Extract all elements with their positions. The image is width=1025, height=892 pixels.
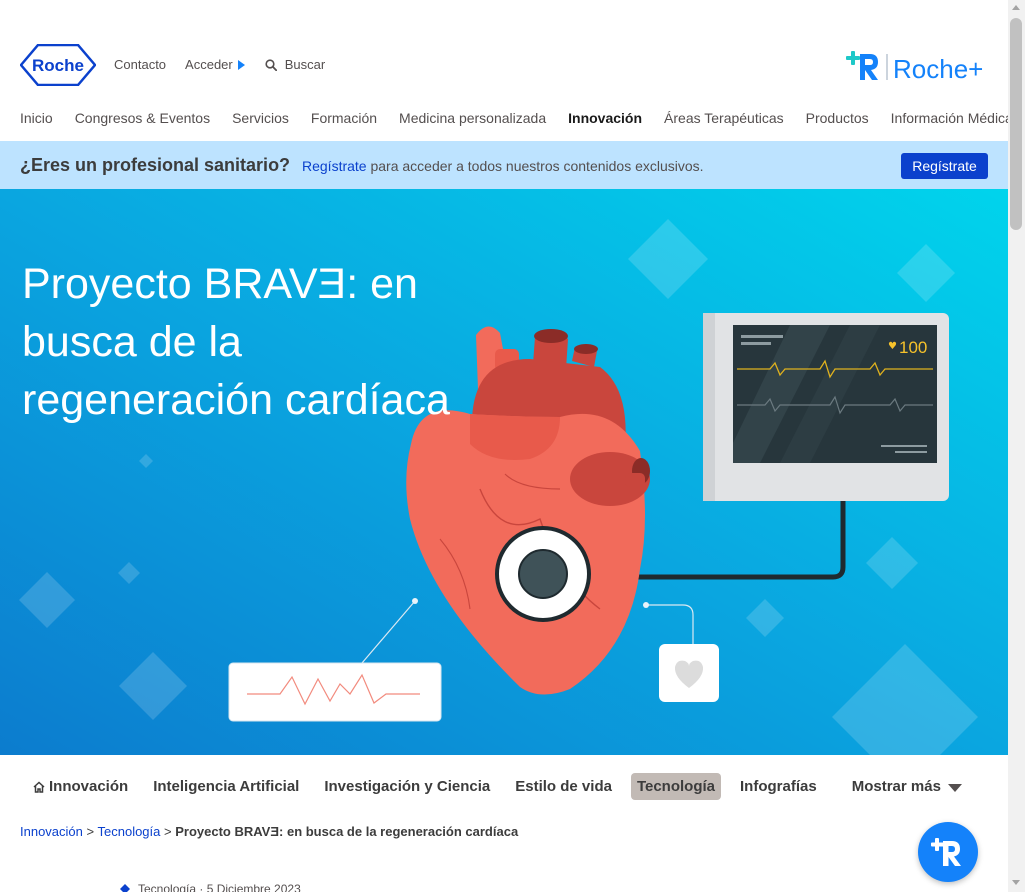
roche-plus-chat-button[interactable] — [918, 822, 978, 882]
tab-innovacion[interactable]: Innovación — [27, 773, 134, 800]
nav-item-productos[interactable]: Productos — [806, 110, 869, 126]
heart-card — [659, 644, 719, 702]
tag-icon — [120, 884, 130, 892]
tab-inteligencia-artificial[interactable]: Inteligencia Artificial — [147, 773, 305, 800]
house-icon — [33, 780, 45, 793]
utility-links: Contacto Acceder Buscar — [114, 57, 325, 72]
hcp-banner: ¿Eres un profesional sanitario? Regístra… — [0, 141, 1008, 189]
breadcrumb-separator: > — [86, 824, 95, 839]
hcp-description: para acceder a todos nuestros contenidos… — [366, 158, 704, 174]
register-button[interactable]: Regístrate — [901, 153, 988, 179]
breadcrumb-separator: > — [164, 824, 172, 839]
nav-item-areas[interactable]: Áreas Terapéuticas — [664, 110, 784, 126]
nav-item-formacion[interactable]: Formación — [311, 110, 377, 126]
caret-right-icon — [237, 59, 245, 70]
hero-title: Proyecto BRAVƎ: en busca de la regenerac… — [22, 260, 450, 424]
roche-logo[interactable]: Roche — [20, 44, 96, 86]
nav-item-informacion[interactable]: Información Médica — [891, 110, 1013, 126]
main-nav: Inicio Congresos & Eventos Servicios For… — [20, 110, 1025, 126]
show-more-label: Mostrar más — [851, 778, 941, 795]
hero-banner: 100 ♥ Proyecto BRAVƎ: en busca de la reg… — [0, 189, 1008, 755]
svg-text:♥: ♥ — [888, 341, 897, 352]
nav-item-medicina[interactable]: Medicina personalizada — [399, 110, 546, 126]
article-meta-text: Tecnología · 5 Diciembre 2023 — [138, 882, 301, 892]
breadcrumb: Innovación > Tecnología > Proyecto BRAVƎ… — [20, 824, 518, 839]
nav-item-congresos[interactable]: Congresos & Eventos — [75, 110, 210, 126]
scroll-up-arrow[interactable] — [1012, 5, 1020, 10]
nav-item-servicios[interactable]: Servicios — [232, 110, 289, 126]
page-scrollbar[interactable] — [1008, 0, 1025, 892]
tab-innovacion-label: Innovación — [49, 778, 129, 795]
hcp-register-link[interactable]: Regístrate — [302, 158, 367, 174]
breadcrumb-tecnologia[interactable]: Tecnología — [98, 824, 161, 839]
login-link[interactable]: Acceder — [185, 57, 245, 72]
ecg-card — [228, 662, 442, 722]
tab-tecnologia[interactable]: Tecnología — [630, 773, 722, 800]
heart-monitor: 100 ♥ — [703, 313, 949, 501]
roche-plus-icon — [931, 838, 961, 866]
search-link[interactable]: Buscar — [265, 57, 325, 72]
nav-item-innovacion[interactable]: Innovación — [568, 110, 642, 126]
breadcrumb-innovacion[interactable]: Innovación — [20, 824, 83, 839]
breadcrumb-current: Proyecto BRAVƎ: en busca de la regenerac… — [175, 824, 519, 839]
scrollbar-thumb[interactable] — [1010, 18, 1022, 230]
show-more-button[interactable]: Mostrar más — [846, 773, 968, 800]
roche-logo-text: Roche — [32, 56, 84, 75]
login-link-label: Acceder — [185, 57, 233, 72]
monitor-readout: 100 — [899, 338, 927, 357]
caret-down-icon — [947, 783, 962, 792]
roche-plus-text: Roche+ — [893, 54, 983, 84]
scroll-down-arrow[interactable] — [1012, 880, 1020, 885]
tab-infografias[interactable]: Infografías — [734, 773, 823, 800]
category-subnav: Innovación Inteligencia Artificial Inves… — [27, 773, 981, 800]
article-meta: Tecnología · 5 Diciembre 2023 — [120, 882, 301, 892]
hcp-text: Regístrate para acceder a todos nuestros… — [302, 158, 704, 174]
search-icon — [265, 58, 277, 71]
roche-plus-logo[interactable]: Roche+ — [846, 48, 986, 84]
tab-estilo-de-vida[interactable]: Estilo de vida — [509, 773, 618, 800]
contact-link[interactable]: Contacto — [114, 57, 166, 72]
search-link-label: Buscar — [284, 57, 326, 72]
hcp-question: ¿Eres un profesional sanitario? — [20, 155, 291, 175]
site-header: Roche Contacto Acceder Buscar Roche+ — [0, 0, 1008, 100]
tab-investigacion-ciencia[interactable]: Investigación y Ciencia — [318, 773, 496, 800]
nav-item-inicio[interactable]: Inicio — [20, 110, 53, 126]
